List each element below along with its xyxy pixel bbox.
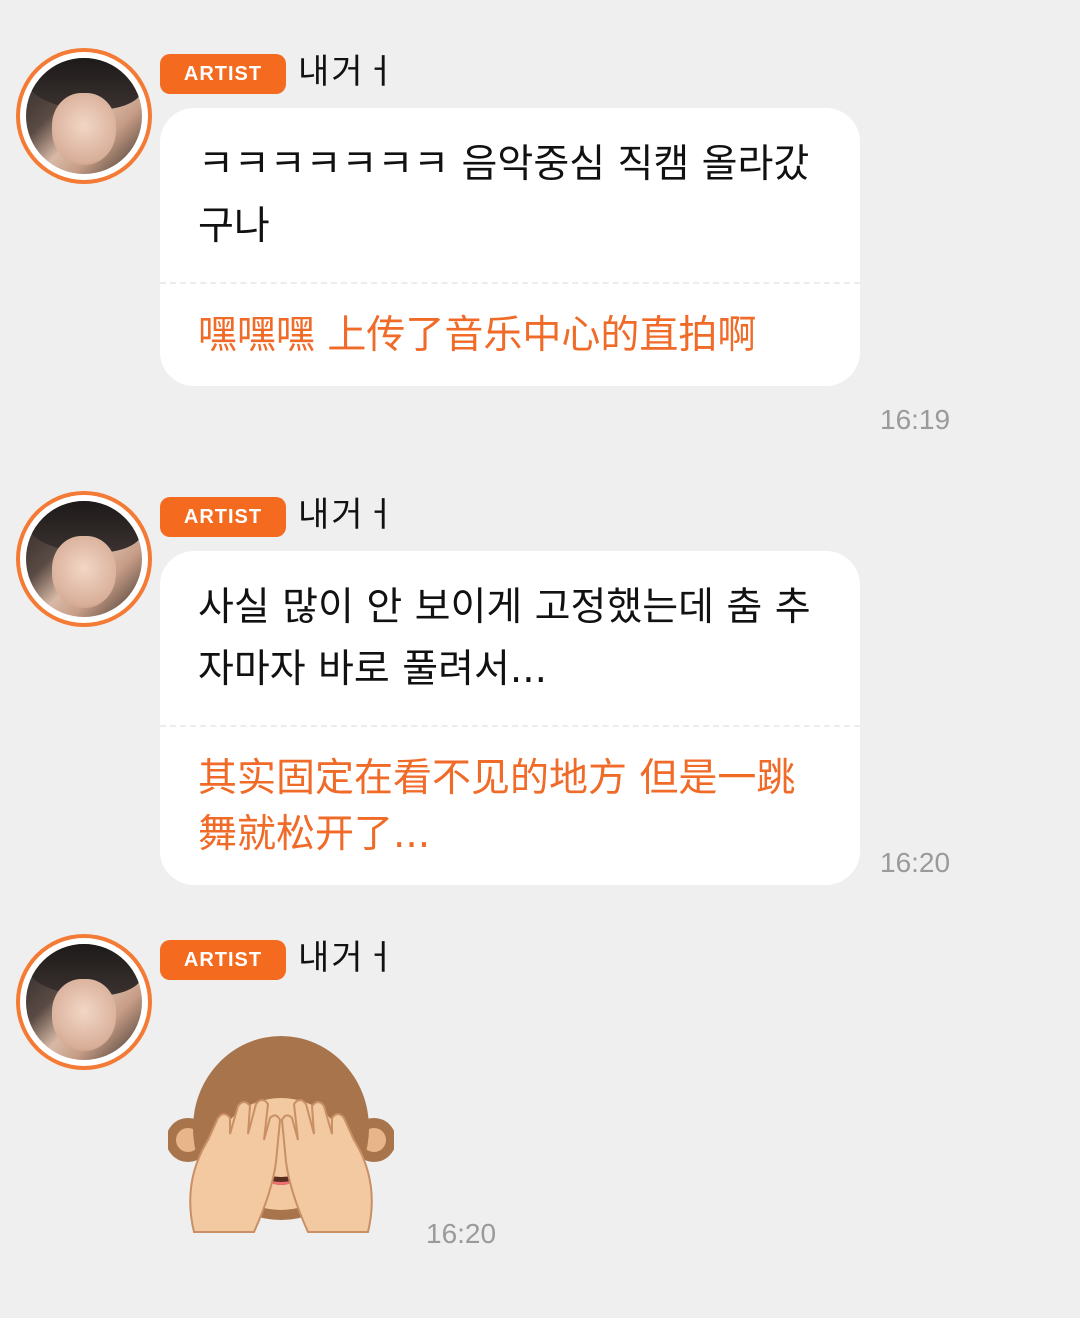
username[interactable]: 내거ㅓ	[298, 48, 398, 96]
message-text-translation: 其实固定在看不见的地方 但是一跳舞就松开了...	[198, 756, 796, 857]
username[interactable]: 내거ㅓ	[298, 491, 398, 539]
avatar[interactable]	[16, 48, 152, 184]
artist-badge: ARTIST	[160, 497, 286, 537]
avatar-photo	[26, 501, 142, 617]
avatar-photo	[26, 944, 142, 1060]
artist-badge: ARTIST	[160, 940, 286, 980]
message-time: 16:20	[426, 1218, 497, 1249]
avatar[interactable]	[16, 491, 152, 627]
artist-badge: ARTIST	[160, 54, 286, 94]
avatar-photo	[26, 58, 142, 174]
message-text-korean: 사실 많이 안 보이게 고정했는데 춤 추자마자 바로 풀려서...	[198, 585, 811, 692]
message-bubble[interactable]: 사실 많이 안 보이게 고정했는데 춤 추자마자 바로 풀려서... 其实固定在…	[160, 551, 860, 885]
username[interactable]: 내거ㅓ	[298, 934, 398, 982]
message-bubble[interactable]: ㅋㅋㅋㅋㅋㅋㅋ 음악중심 직캠 올라갔구나 嘿嘿嘿 上传了音乐中心的直拍啊	[160, 108, 860, 386]
message-time: 16:19	[880, 404, 951, 435]
message-text-translation: 嘿嘿嘿 上传了音乐中心的直拍啊	[198, 313, 757, 358]
see-no-evil-monkey-emoji[interactable]	[168, 1022, 394, 1248]
message-time: 16:20	[880, 847, 951, 878]
avatar[interactable]	[16, 934, 152, 1070]
message-text-korean: ㅋㅋㅋㅋㅋㅋㅋ 음악중심 직캠 올라갔구나	[198, 142, 810, 249]
